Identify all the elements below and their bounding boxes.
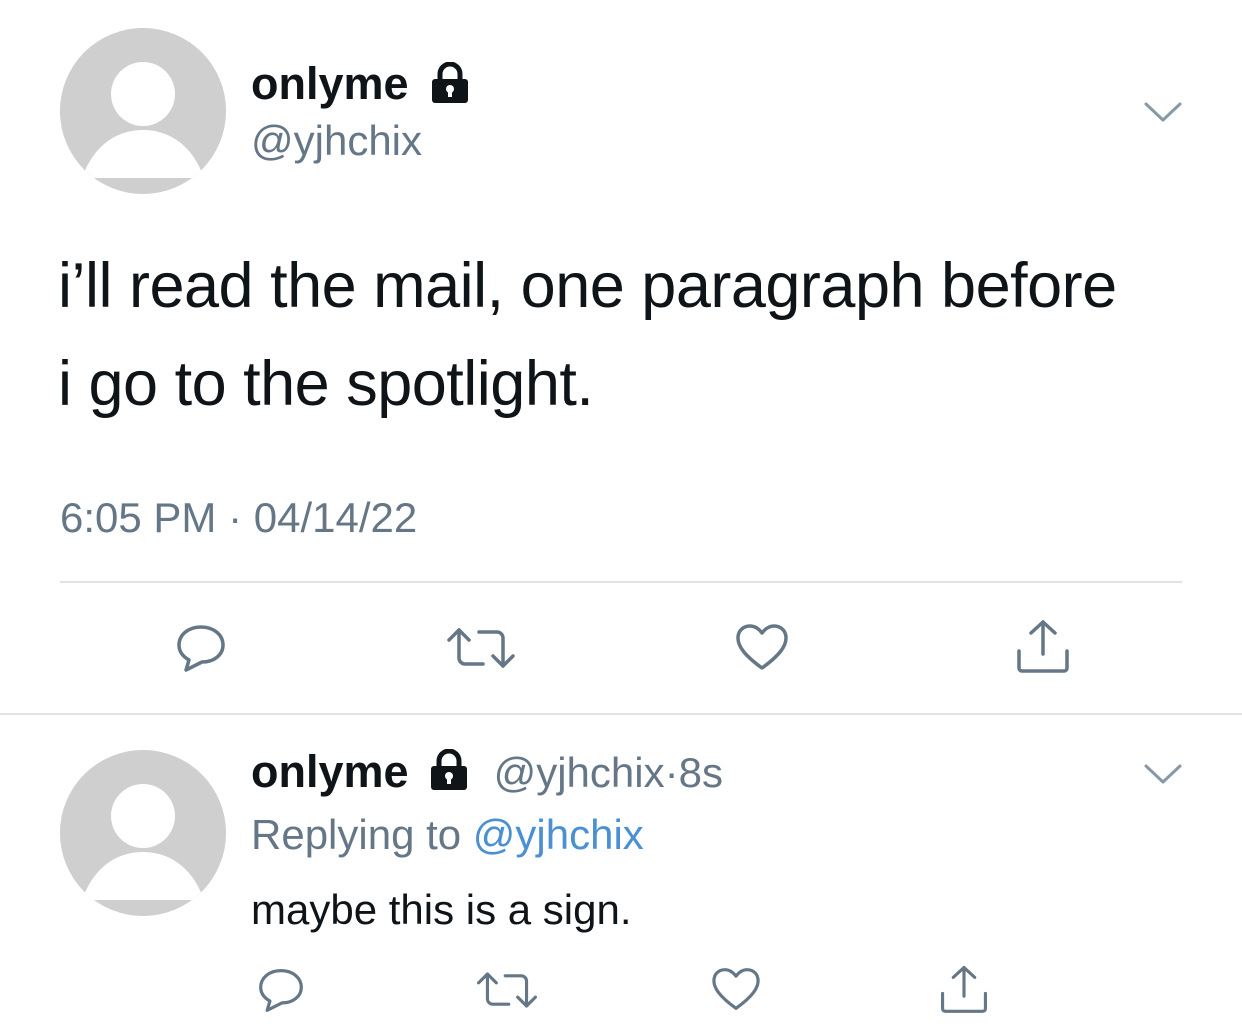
user-handle[interactable]: @yjhchix — [251, 116, 422, 166]
like-icon[interactable] — [710, 966, 762, 1012]
chevron-down-icon[interactable] — [1142, 760, 1184, 786]
replying-to-handle[interactable]: @yjhchix — [473, 811, 644, 858]
retweet-icon[interactable] — [475, 968, 539, 1012]
avatar[interactable] — [60, 28, 226, 194]
divider — [60, 581, 1182, 583]
tweet-meta: 6:05 PM · 04/14/22 — [60, 493, 417, 543]
tweet-date[interactable]: 04/14/22 — [254, 494, 418, 541]
chevron-down-icon[interactable] — [1142, 98, 1184, 124]
meta-separator: · — [228, 494, 243, 541]
meta-separator: · — [664, 749, 679, 796]
tweet-text-line: i go to the spotlight. — [58, 349, 594, 419]
share-icon[interactable] — [938, 964, 990, 1014]
lock-icon — [427, 749, 471, 791]
display-name[interactable]: onlyme — [251, 58, 409, 110]
reply-avatar[interactable] — [60, 750, 226, 916]
reply-handle[interactable]: @yjhchix — [494, 749, 665, 796]
tweet-text-line: i’ll read the mail, one paragraph before — [58, 251, 1117, 321]
reply-display-name[interactable]: onlyme — [251, 746, 409, 797]
replying-to-label: Replying to — [251, 811, 462, 858]
reply-age[interactable]: 8s — [679, 749, 723, 796]
like-icon[interactable] — [734, 622, 790, 672]
retweet-icon[interactable] — [445, 624, 517, 672]
reply-header: onlyme @yjhchix·8s — [251, 746, 723, 799]
tweet-separator — [0, 713, 1242, 715]
reply-icon[interactable] — [256, 966, 306, 1014]
lock-icon — [428, 62, 472, 104]
replying-to: Replying to @yjhchix — [251, 810, 644, 860]
tweet-time[interactable]: 6:05 PM — [60, 494, 216, 541]
reply-text: maybe this is a sign. — [251, 886, 632, 933]
share-icon[interactable] — [1014, 618, 1072, 674]
reply-icon[interactable] — [174, 622, 228, 674]
